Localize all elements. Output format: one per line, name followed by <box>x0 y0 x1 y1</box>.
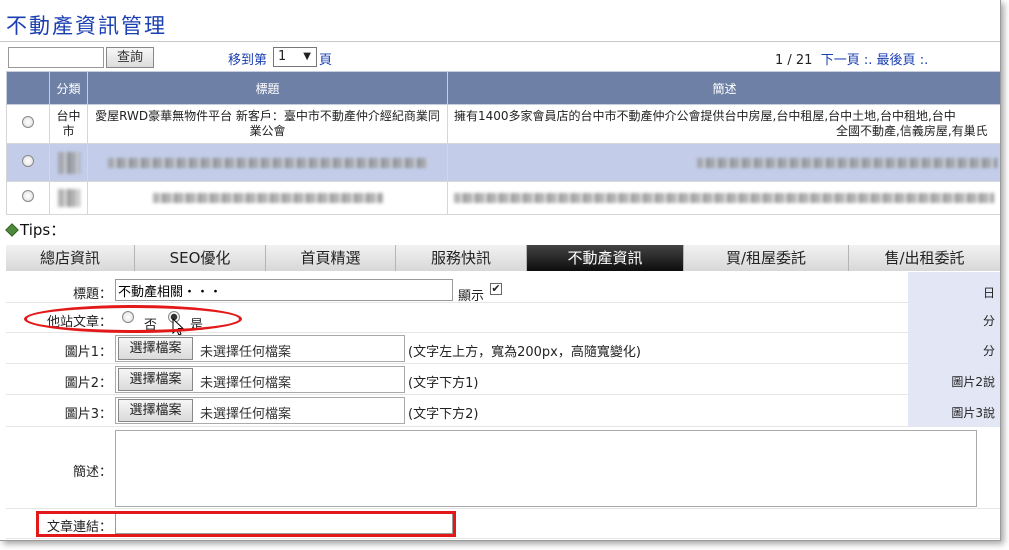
row-title-redacted <box>87 143 448 182</box>
table-row[interactable] <box>6 181 1000 215</box>
goto-page-label: 移到第 <box>228 53 268 68</box>
pager-separator-2: :. <box>919 53 929 68</box>
title-input[interactable] <box>115 279 453 301</box>
title-column-header: 標題 <box>87 71 448 105</box>
page-title: 不動產資訊管理 <box>6 14 167 38</box>
tips-label: Tips： <box>20 221 66 239</box>
row-title[interactable]: 愛屋RWD豪華無物件平台 新客戶：臺中市不動產仲介經紀商業同業公會 <box>87 104 448 144</box>
image3-file-state: 未選擇任何檔案 <box>200 407 292 422</box>
row-select-cell[interactable] <box>6 104 50 144</box>
highlight-rectangle <box>36 511 456 537</box>
tab-store-info[interactable]: 總店資訊 <box>6 245 135 271</box>
image2-choose-button[interactable]: 選擇檔案 <box>118 368 193 391</box>
tab-news[interactable]: 服務快訊 <box>396 245 527 271</box>
query-button[interactable]: 查詢 <box>106 47 154 68</box>
tab-featured[interactable]: 首頁精選 <box>266 245 396 271</box>
tab-seo[interactable]: SEO優化 <box>135 245 266 271</box>
tab-bar: 總店資訊 SEO優化 首頁精選 服務快訊 不動產資訊 買/租屋委託 售/出租委託 <box>6 245 1000 271</box>
page-select[interactable]: 1 ▼ <box>273 47 317 67</box>
goto-page-suffix: 頁 <box>319 53 333 68</box>
row-summary: 擁有1400多家會員店的台中市不動產仲介公會提供台中房屋,台中租屋,台中土地,台… <box>454 109 956 123</box>
table-row[interactable] <box>6 143 1000 182</box>
row-select-cell[interactable] <box>6 143 50 182</box>
summary-textarea[interactable] <box>115 430 977 507</box>
row-title-redacted <box>87 181 448 215</box>
side-label-3: 分 <box>982 344 995 358</box>
row-category-redacted <box>49 181 88 215</box>
show-label: 顯示 <box>458 289 485 304</box>
row-summary-redacted <box>447 181 1000 215</box>
search-input[interactable] <box>8 47 104 68</box>
side-panel: 日 分 分 圖片2說 圖片3說 <box>908 272 1000 427</box>
summary-label: 簡述： <box>72 465 112 480</box>
app-window: 不動產資訊管理 查詢 移到第 1 ▼ 頁 1 / 21 下一頁 :. 最後頁 :… <box>0 0 1001 541</box>
row-category: 台中市 <box>49 104 88 144</box>
tab-real-estate-info[interactable]: 不動產資訊 <box>527 245 684 271</box>
image3-choose-button[interactable]: 選擇檔案 <box>118 399 193 422</box>
image2-file-state: 未選擇任何檔案 <box>200 376 292 391</box>
tab-sell-lease-commission[interactable]: 售/出租委託 <box>849 245 1000 271</box>
category-column-header: 分類 <box>49 71 88 105</box>
image1-choose-button[interactable]: 選擇檔案 <box>118 337 193 360</box>
row-select-cell[interactable] <box>6 181 50 215</box>
row-category-redacted <box>49 143 88 182</box>
table-row[interactable]: 台中市 愛屋RWD豪華無物件平台 新客戶：臺中市不動產仲介經紀商業同業公會 擁有… <box>6 104 1000 144</box>
next-page-link[interactable]: 下一頁 <box>821 53 860 68</box>
side-label-1: 日 <box>982 286 995 300</box>
title-label: 標題： <box>72 287 112 302</box>
select-column-header <box>6 71 50 105</box>
image2-hint: (文字下方1) <box>408 376 479 391</box>
row-radio[interactable] <box>22 116 34 128</box>
highlight-ellipse <box>24 305 242 333</box>
row-summary-redacted <box>447 143 1000 182</box>
row-summary-line2: 全國不動產,信義房屋,有巢氏 <box>836 124 988 138</box>
image2-label: 圖片2： <box>64 376 112 391</box>
last-page-link[interactable]: 最後頁 <box>877 53 916 68</box>
pager-separator: :. <box>863 53 873 68</box>
tips-icon <box>5 223 19 237</box>
image3-hint: (文字下方2) <box>408 407 479 422</box>
side-label-5: 圖片3說 <box>951 406 995 420</box>
side-label-2: 分 <box>982 314 995 328</box>
row-radio[interactable] <box>22 154 34 167</box>
image1-file-state: 未選擇任何檔案 <box>200 345 292 360</box>
side-label-4: 圖片2說 <box>951 375 995 389</box>
pager-count: 1 / 21 <box>775 53 813 68</box>
listing-table: 分類 標題 簡述 台中市 愛屋RWD豪華無物件平台 新客戶：臺中市不動產仲介經紀… <box>6 71 1000 215</box>
page-select-value: 1 <box>278 49 287 64</box>
row-radio[interactable] <box>22 190 34 202</box>
show-checkbox[interactable]: ✔ <box>490 283 502 295</box>
pager: 1 / 21 下一頁 :. 最後頁 :. <box>775 49 928 68</box>
tips-heading: Tips： <box>5 219 66 240</box>
row-summary-cell: 擁有1400多家會員店的台中市不動產仲介公會提供台中房屋,台中租屋,台中土地,台… <box>447 104 1000 144</box>
chevron-down-icon: ▼ <box>303 51 311 62</box>
title-divider <box>0 41 1000 42</box>
summary-column-header: 簡述 <box>447 71 1000 105</box>
tab-buy-rent-commission[interactable]: 買/租屋委託 <box>684 245 849 271</box>
image1-label: 圖片1： <box>64 345 112 360</box>
image1-hint: (文字左上方，寬為200px，高隨寬變化) <box>408 345 641 360</box>
image3-label: 圖片3： <box>64 407 112 422</box>
